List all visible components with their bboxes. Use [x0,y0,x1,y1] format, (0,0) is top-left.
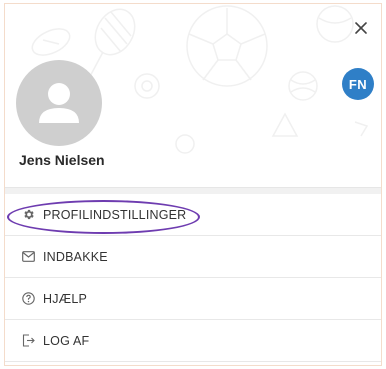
gear-icon [21,208,35,222]
user-placeholder-icon [39,83,79,123]
menu-item-inbox[interactable]: INDBAKKE [5,236,381,278]
logout-icon [21,334,35,348]
menu-item-label: HJÆLP [43,291,88,306]
avatar [16,60,102,146]
profile-header: FN Jens Nielsen [5,4,381,187]
menu-item-help[interactable]: HJÆLP [5,278,381,320]
menu-item-label: INDBAKKE [43,249,108,264]
menu-item-logout[interactable]: LOG AF [5,320,381,362]
section-divider [5,187,381,194]
menu-item-profile-settings[interactable]: PROFILINDSTILLINGER [5,194,381,236]
close-button[interactable] [351,18,371,38]
menu-item-label: PROFILINDSTILLINGER [43,207,187,222]
help-circle-icon [21,292,35,306]
profile-menu: PROFILINDSTILLINGER INDBAKKE HJÆLP LOG A… [5,194,381,362]
user-initials-badge[interactable]: FN [342,68,374,100]
user-name: Jens Nielsen [19,152,105,168]
mail-icon [21,250,35,264]
menu-item-label: LOG AF [43,333,90,348]
profile-menu-panel: FN Jens Nielsen PROFILINDSTILLINGER INDB… [4,3,382,366]
close-icon [355,22,367,34]
